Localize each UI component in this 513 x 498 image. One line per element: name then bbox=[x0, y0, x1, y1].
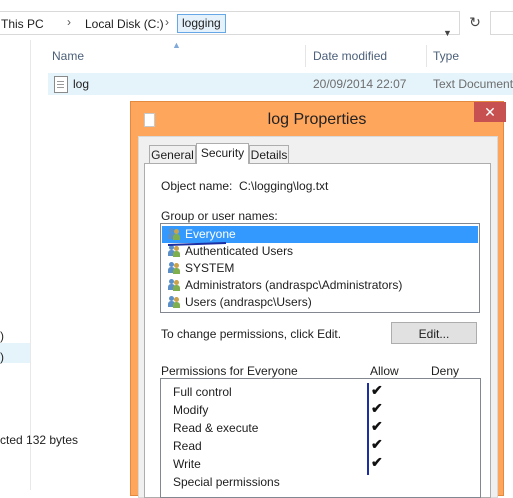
file-date-modified: 20/09/2014 22:07 bbox=[313, 77, 407, 91]
check-icon: ✔ bbox=[371, 436, 383, 452]
column-type[interactable]: Type bbox=[433, 49, 459, 63]
permission-read: Read bbox=[173, 439, 202, 453]
group-item-users[interactable]: Users (andraspc\Users) bbox=[162, 294, 478, 311]
breadcrumb-local-disk[interactable]: Local Disk (C:) bbox=[85, 17, 164, 31]
deny-column-header: Deny bbox=[431, 364, 460, 378]
file-type: Text Document bbox=[433, 77, 513, 91]
permission-full-control: Full control bbox=[173, 385, 232, 399]
user-group-icon bbox=[168, 279, 181, 291]
nav-item-fragment[interactable]: ) bbox=[0, 350, 4, 364]
check-icon: ✔ bbox=[371, 454, 383, 470]
tab-general[interactable]: General bbox=[149, 145, 196, 163]
breadcrumb-logging[interactable]: logging bbox=[177, 14, 226, 33]
group-item-label: Authenticated Users bbox=[185, 244, 294, 258]
breadcrumb-this-pc[interactable]: This PC bbox=[1, 17, 44, 31]
security-panel: Object name: C:\logging\log.txt Group or… bbox=[144, 163, 491, 498]
permission-write: Write bbox=[173, 457, 201, 471]
check-icon: ✔ bbox=[371, 382, 383, 398]
allow-column-header: Allow bbox=[370, 364, 399, 378]
close-button[interactable]: ✕ bbox=[474, 102, 506, 122]
group-item-authenticated-users[interactable]: Authenticated Users bbox=[162, 243, 478, 260]
group-item-label: SYSTEM bbox=[185, 261, 235, 275]
text-file-icon bbox=[54, 76, 68, 93]
column-divider[interactable] bbox=[305, 45, 306, 67]
dialog-titlebar[interactable]: log Properties ✕ bbox=[131, 102, 506, 136]
check-icon: ✔ bbox=[371, 418, 383, 434]
change-permissions-text: To change permissions, click Edit. bbox=[161, 327, 342, 341]
group-user-list[interactable]: Everyone Authenticated Users SYSTEM Admi… bbox=[160, 223, 480, 313]
group-or-user-names-label: Group or user names: bbox=[161, 209, 278, 223]
chevron-down-icon[interactable]: ▼ bbox=[443, 28, 452, 38]
permission-read-execute: Read & execute bbox=[173, 421, 259, 435]
group-item-everyone[interactable]: Everyone bbox=[162, 226, 478, 243]
tab-details[interactable]: Details bbox=[249, 145, 289, 163]
address-box[interactable]: This PC › Local Disk (C:) › logging ▼ bbox=[0, 11, 460, 38]
tab-security[interactable]: Security bbox=[196, 143, 249, 164]
object-name-label: Object name: bbox=[161, 179, 233, 193]
permission-modify: Modify bbox=[173, 403, 209, 417]
dialog-body: General Security Details Object name: C:… bbox=[138, 136, 498, 498]
search-input[interactable] bbox=[490, 11, 513, 35]
group-item-label: Administrators (andraspc\Administrators) bbox=[185, 278, 403, 292]
permissions-list[interactable]: Full control ✔ Modify ✔ Read & execute ✔… bbox=[160, 378, 481, 498]
column-date-modified[interactable]: Date modified bbox=[313, 49, 387, 63]
object-name-value: C:\logging\log.txt bbox=[239, 179, 329, 193]
user-group-icon bbox=[168, 228, 181, 240]
permissions-header: Permissions for Everyone bbox=[161, 364, 298, 378]
check-icon: ✔ bbox=[371, 400, 383, 416]
user-group-icon bbox=[168, 262, 181, 274]
group-item-administrators[interactable]: Administrators (andraspc\Administrators) bbox=[162, 277, 478, 294]
group-item-system[interactable]: SYSTEM bbox=[162, 260, 478, 277]
properties-dialog: log Properties ✕ General Security Detail… bbox=[130, 101, 506, 498]
user-group-icon bbox=[168, 245, 181, 257]
nav-selected-item[interactable] bbox=[0, 343, 30, 363]
group-item-label: Users (andraspc\Users) bbox=[185, 295, 312, 309]
column-divider[interactable] bbox=[426, 45, 427, 67]
permission-special: Special permissions bbox=[173, 475, 280, 489]
file-name: log bbox=[73, 77, 90, 91]
address-bar: This PC › Local Disk (C:) › logging ▼ ↻ bbox=[0, 0, 513, 40]
status-bar-text: cted 132 bytes bbox=[0, 433, 79, 447]
nav-item-fragment[interactable]: ) bbox=[0, 329, 4, 343]
navigation-pane bbox=[0, 40, 31, 490]
user-group-icon bbox=[168, 296, 181, 308]
dialog-title: log Properties bbox=[267, 111, 367, 128]
column-name[interactable]: Name bbox=[52, 49, 84, 63]
sort-ascending-icon: ▲ bbox=[172, 40, 181, 50]
group-item-label: Everyone bbox=[185, 227, 236, 241]
edit-button[interactable]: Edit... bbox=[391, 322, 477, 344]
file-row-log[interactable]: log 20/09/2014 22:07 Text Document bbox=[48, 73, 513, 95]
chevron-right-icon[interactable]: › bbox=[67, 15, 71, 29]
annotation-line bbox=[367, 383, 369, 475]
chevron-right-icon[interactable]: › bbox=[165, 15, 169, 29]
refresh-icon[interactable]: ↻ bbox=[465, 12, 485, 32]
